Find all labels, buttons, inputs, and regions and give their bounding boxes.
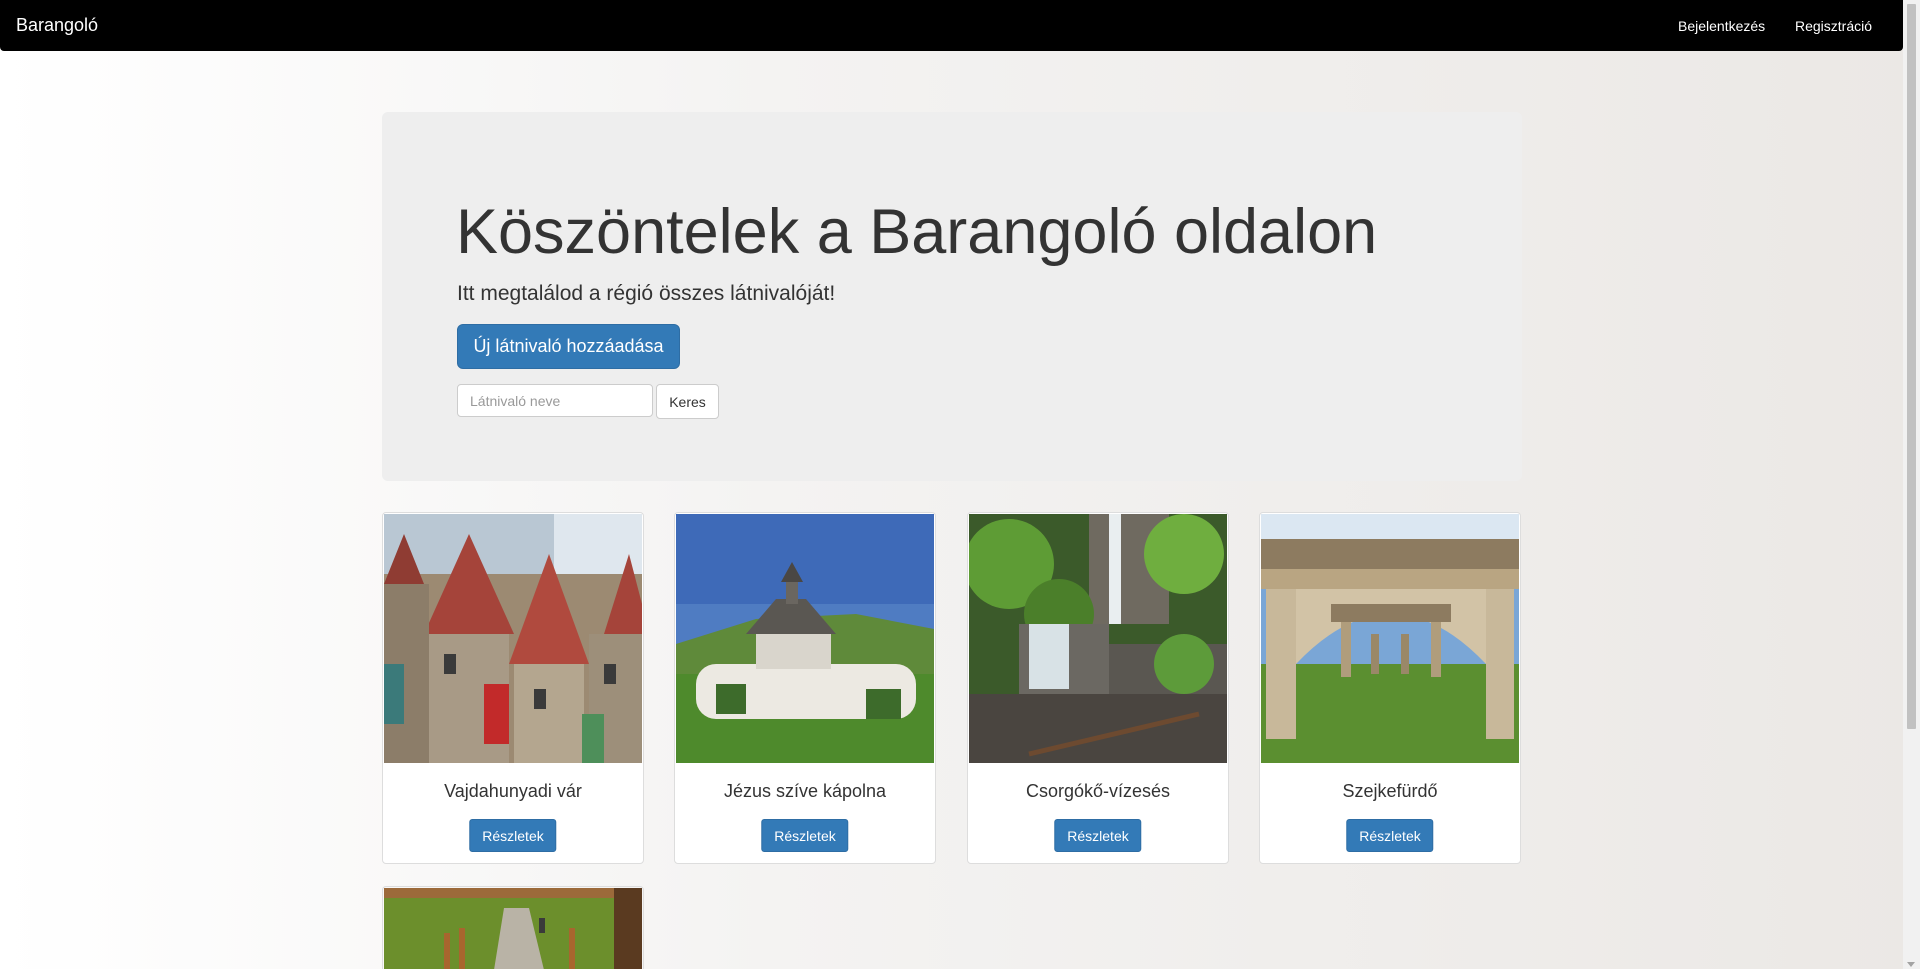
attraction-card: Szejkefürdő Részletek xyxy=(1259,512,1521,864)
brand-link[interactable]: Barangoló xyxy=(16,15,98,36)
castle-image[interactable] xyxy=(384,514,642,763)
waterfall-image[interactable] xyxy=(969,514,1227,763)
attraction-card xyxy=(382,886,644,969)
scroll-down-arrow-icon[interactable] xyxy=(1907,962,1915,967)
card-title: Szejkefürdő xyxy=(1342,781,1438,801)
card-title: Csorgókő-vízesés xyxy=(1025,781,1171,801)
card-title: Vajdahunyadi vár xyxy=(444,781,582,801)
register-link[interactable]: Regisztráció xyxy=(1795,18,1872,34)
chapel-image[interactable] xyxy=(676,514,934,763)
search-button[interactable]: Keres xyxy=(656,384,719,419)
attraction-card: Jézus szíve kápolna Részletek xyxy=(674,512,936,864)
add-attraction-button[interactable]: Új látnivaló hozzáadása xyxy=(457,324,680,369)
details-button[interactable]: Részletek xyxy=(1054,819,1142,852)
login-link[interactable]: Bejelentkezés xyxy=(1678,18,1765,34)
scrollbar-thumb[interactable] xyxy=(1907,4,1916,729)
page-scrollbar[interactable] xyxy=(1903,0,1920,969)
attraction-card: Vajdahunyadi vár Részletek xyxy=(382,512,644,864)
page-subtitle: Itt megtalálod a régió összes látnivalój… xyxy=(457,282,836,305)
page-title: Köszöntelek a Barangoló oldalon xyxy=(456,197,1378,267)
gate-image[interactable] xyxy=(1261,514,1519,763)
search-input[interactable] xyxy=(457,384,653,417)
details-button[interactable]: Részletek xyxy=(761,819,849,852)
garden-image[interactable] xyxy=(384,888,642,969)
hero-panel: Köszöntelek a Barangoló oldalon Itt megt… xyxy=(382,112,1522,481)
attraction-card: Csorgókő-vízesés Részletek xyxy=(967,512,1229,864)
navbar: Barangoló Bejelentkezés Regisztráció xyxy=(0,0,1903,51)
details-button[interactable]: Részletek xyxy=(469,819,557,852)
details-button[interactable]: Részletek xyxy=(1346,819,1434,852)
card-title: Jézus szíve kápolna xyxy=(723,781,887,801)
